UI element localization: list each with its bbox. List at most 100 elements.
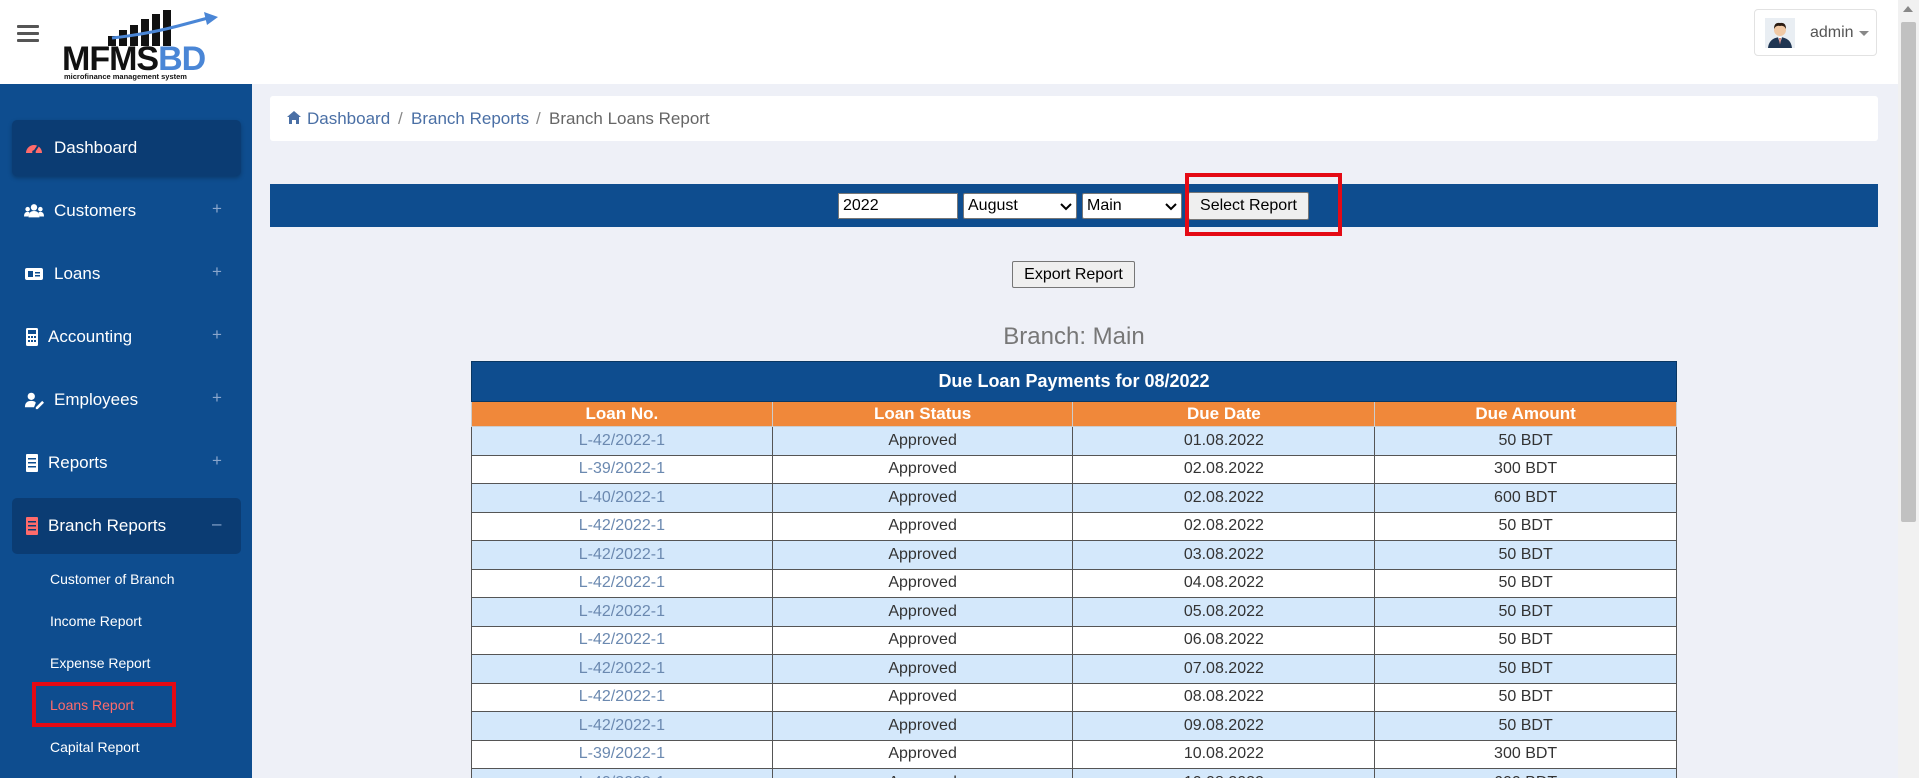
loan-number-link[interactable]: L-42/2022-1 (471, 568, 773, 598)
due-date-cell: 10.08.2022 (1072, 739, 1376, 769)
due-date-cell: 02.08.2022 (1072, 454, 1376, 484)
due-amount-cell: 50 BDT (1374, 540, 1677, 570)
top-header: MFMSBD microfinance management system ad… (0, 0, 1898, 84)
user-menu[interactable]: admin (1754, 9, 1877, 56)
sidebar-item-label: Reports (48, 453, 108, 472)
table-row: L-40/2022-1Approved10.08.2022600 BDT (471, 768, 1677, 778)
collapse-icon: – (212, 514, 222, 533)
home-icon[interactable] (286, 110, 302, 125)
loan-number-link[interactable]: L-39/2022-1 (471, 739, 773, 769)
scrollbar-thumb[interactable] (1901, 22, 1916, 522)
loan-status-cell: Approved (771, 654, 1074, 684)
table-row: L-42/2022-1 Approved 07.08.2022 50 BDT (471, 654, 1677, 684)
loan-number-link[interactable]: L-42/2022-1 (471, 426, 773, 456)
loan-status-cell: Approved (771, 768, 1074, 778)
breadcrumb: Dashboard / Branch Reports / Branch Loan… (270, 96, 1878, 141)
hamburger-menu-icon[interactable] (17, 25, 39, 43)
breadcrumb-current: Branch Loans Report (549, 109, 710, 128)
sidebar-item-branch-reports[interactable]: Branch Reports – (12, 498, 241, 554)
column-header-due-amount: Due Amount (1374, 401, 1677, 427)
loan-status-cell: Approved (771, 711, 1074, 741)
loan-number-link[interactable]: L-42/2022-1 (471, 625, 773, 655)
loan-status-cell: Approved (771, 682, 1074, 712)
loan-status-cell: Approved (771, 511, 1074, 541)
due-amount-cell: 600 BDT (1374, 768, 1677, 778)
sidebar-item-reports[interactable]: Reports + (12, 435, 241, 491)
expand-icon: + (212, 388, 222, 407)
month-select-value: August (968, 197, 1018, 214)
loan-number-link[interactable]: L-42/2022-1 (471, 511, 773, 541)
sidebar-item-label: Loans (54, 264, 101, 283)
due-amount-cell: 300 BDT (1374, 739, 1677, 769)
due-amount-cell: 50 BDT (1374, 682, 1677, 712)
highlight-box (32, 682, 176, 727)
breadcrumb-dashboard[interactable]: Dashboard (307, 109, 390, 129)
table-row: L-39/2022-1 Approved 02.08.2022 300 BDT (471, 454, 1677, 484)
table-row: L-40/2022-1 Approved 02.08.2022 600 BDT (471, 483, 1677, 513)
export-report-button[interactable]: Export Report (1012, 261, 1135, 288)
table-row: L-39/2022-1 Approved 10.08.2022 300 BDT (471, 739, 1677, 769)
table-body: L-42/2022-1 Approved 01.08.2022 50 BDT L-39/… (471, 426, 1677, 778)
calculator-icon (26, 328, 38, 346)
sidebar-item-label: Dashboard (54, 138, 138, 157)
loan-number-link[interactable]: L-42/2022-1 (471, 654, 773, 684)
loan-number-link[interactable]: L-42/2022-1 (471, 597, 773, 627)
branch-select[interactable]: Main (1082, 193, 1182, 219)
loan-number-link[interactable]: L-42/2022-1 (471, 711, 773, 741)
loan-status-cell: Approved (771, 739, 1074, 769)
loan-number-link[interactable]: L-42/2022-1 (471, 540, 773, 570)
loan-status-cell: Approved (771, 540, 1074, 570)
due-amount-cell: 50 BDT (1374, 511, 1677, 541)
year-input[interactable] (838, 193, 958, 219)
report-filter-bar: August Main Select Report (270, 184, 1878, 227)
due-amount-cell: 300 BDT (1374, 454, 1677, 484)
sidebar-item-dashboard[interactable]: Dashboard (12, 120, 241, 176)
branch-report-icon (26, 517, 38, 535)
loan-number-link[interactable]: L-42/2022-1 (471, 682, 773, 712)
report-icon (26, 454, 38, 472)
due-amount-cell: 50 BDT (1374, 654, 1677, 684)
logo[interactable]: MFMSBD microfinance management system (60, 4, 220, 81)
branch-select-value: Main (1087, 197, 1122, 214)
loan-status-cell: Approved (771, 625, 1074, 655)
due-date-cell: 02.08.2022 (1072, 483, 1376, 513)
sub-item-customer-of-branch[interactable]: Customer of Branch (50, 571, 175, 587)
due-date-cell: 06.08.2022 (1072, 625, 1376, 655)
highlight-box (1185, 173, 1342, 236)
sidebar-item-employees[interactable]: Employees + (12, 372, 241, 428)
expand-icon: + (212, 262, 222, 281)
user-edit-icon (24, 392, 44, 410)
table-row: L-42/2022-1 Approved 06.08.2022 50 BDT (471, 625, 1677, 655)
due-date-cell: 10.08.2022 (1072, 768, 1376, 778)
loan-number-link[interactable]: L-40/2022-1 (471, 768, 773, 778)
vertical-scrollbar[interactable] (1898, 0, 1919, 778)
sidebar: Dashboard Customers + Loans + Accounting… (0, 84, 252, 778)
due-amount-cell: 50 BDT (1374, 625, 1677, 655)
loan-number-link[interactable]: L-40/2022-1 (471, 483, 773, 513)
breadcrumb-separator: / (398, 109, 403, 128)
dashboard-icon (26, 145, 42, 154)
scroll-up-arrow-icon[interactable] (1903, 6, 1913, 12)
due-amount-cell: 50 BDT (1374, 426, 1677, 456)
due-amount-cell: 50 BDT (1374, 711, 1677, 741)
month-select[interactable]: August (963, 193, 1077, 219)
sidebar-item-accounting[interactable]: Accounting + (12, 309, 241, 365)
sub-item-capital-report[interactable]: Capital Report (50, 739, 140, 755)
users-icon (24, 204, 44, 218)
sidebar-item-label: Branch Reports (48, 516, 167, 535)
due-date-cell: 07.08.2022 (1072, 654, 1376, 684)
sub-item-income-report[interactable]: Income Report (50, 613, 142, 629)
expand-icon: + (212, 199, 222, 218)
sidebar-item-customers[interactable]: Customers + (12, 183, 241, 239)
sidebar-item-label: Accounting (48, 327, 133, 346)
loan-status-cell: Approved (771, 454, 1074, 484)
loan-status-cell: Approved (771, 426, 1074, 456)
loan-status-cell: Approved (771, 568, 1074, 598)
money-icon (25, 268, 43, 280)
sidebar-item-loans[interactable]: Loans + (12, 246, 241, 302)
breadcrumb-branch-reports[interactable]: Branch Reports (411, 109, 529, 129)
table-row: L-42/2022-1 Approved 02.08.2022 50 BDT (471, 511, 1677, 541)
sub-item-expense-report[interactable]: Expense Report (50, 655, 150, 671)
loan-number-link[interactable]: L-39/2022-1 (471, 454, 773, 484)
avatar (1765, 18, 1795, 48)
